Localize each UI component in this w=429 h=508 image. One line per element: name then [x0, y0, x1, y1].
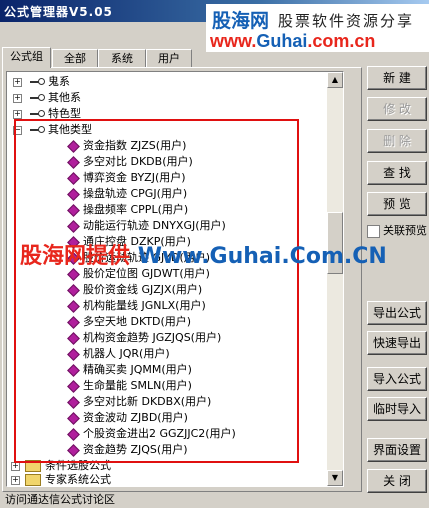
- formula-item[interactable]: 资金指数 ZJZS(用户): [67, 138, 186, 154]
- formula-tree[interactable]: + 鬼系 + 其他系 + 特色型 − 其他类型 资金指数 ZJZS(用户) 多空…: [6, 71, 344, 487]
- watermark-logo: 股海网: [212, 10, 270, 32]
- formula-icon: [67, 411, 80, 425]
- delete-button[interactable]: 删 除: [367, 129, 427, 153]
- watermark-overlay: 股海网提供 Www.Guhai.Com.CN: [20, 244, 387, 269]
- watermark-subtitle: 股票软件资源分享: [278, 12, 415, 30]
- formula-item[interactable]: 股价资金线 GJZJX(用户): [67, 282, 202, 298]
- formula-item[interactable]: 博弈资金 BYZJ(用户): [67, 170, 186, 186]
- formula-item[interactable]: 资金趋势 ZJQS(用户): [67, 442, 188, 458]
- key-icon: [29, 125, 45, 135]
- formula-item[interactable]: 多空对比新 DKDBX(用户): [67, 394, 211, 410]
- watermark-banner: 股海网 股票软件资源分享 www.Guhai.com.cn: [206, 4, 429, 52]
- formula-item[interactable]: 多空对比 DKDB(用户): [67, 154, 193, 170]
- watermark-url: www.Guhai.com.cn: [210, 31, 376, 51]
- tab-system[interactable]: 系统: [98, 49, 146, 67]
- expand-icon[interactable]: +: [11, 476, 20, 485]
- close-button[interactable]: 关 闭: [367, 469, 427, 493]
- formula-item[interactable]: 操盘频率 CPPL(用户): [67, 202, 188, 218]
- checkbox-box[interactable]: [367, 224, 380, 238]
- tree-item[interactable]: + 鬼系: [13, 74, 70, 90]
- status-link[interactable]: 访问通达信公式讨论区: [0, 491, 429, 508]
- formula-icon: [67, 395, 80, 409]
- scroll-up-icon[interactable]: ▲: [327, 72, 343, 88]
- formula-item[interactable]: 操盘轨迹 CPGJ(用户): [67, 186, 187, 202]
- formula-item[interactable]: 机构资金趋势 JGZJQS(用户): [67, 330, 221, 346]
- find-button[interactable]: 查 找: [367, 161, 427, 185]
- formula-item[interactable]: 个股资金进出2 GGZJJC2(用户): [67, 426, 236, 442]
- expand-icon[interactable]: +: [13, 78, 22, 87]
- key-icon: [29, 77, 45, 87]
- formula-item[interactable]: 多空天地 DKTD(用户): [67, 314, 191, 330]
- formula-icon: [67, 171, 80, 185]
- tree-group[interactable]: + 专家系统公式: [11, 472, 111, 486]
- tree-group-expanded[interactable]: − 其他类型: [13, 122, 92, 138]
- vertical-scrollbar[interactable]: ▲ ▼: [327, 72, 343, 486]
- import-formula-button[interactable]: 导入公式: [367, 367, 427, 391]
- formula-icon: [67, 331, 80, 345]
- key-icon: [29, 109, 45, 119]
- quick-export-button[interactable]: 快速导出: [367, 331, 427, 355]
- new-button[interactable]: 新 建: [367, 66, 427, 90]
- scroll-down-icon[interactable]: ▼: [327, 470, 343, 486]
- linked-preview-checkbox[interactable]: 关联预览: [367, 222, 427, 238]
- formula-icon: [67, 363, 80, 377]
- expand-icon[interactable]: +: [13, 110, 22, 119]
- tab-groups[interactable]: 公式组: [2, 47, 51, 68]
- formula-item[interactable]: 精确买卖 JQMM(用户): [67, 362, 192, 378]
- formula-item[interactable]: 机构能量线 JGNLX(用户): [67, 298, 206, 314]
- formula-item[interactable]: 动能运行轨迹 DNYXGJ(用户): [67, 218, 226, 234]
- formula-icon: [67, 427, 80, 441]
- formula-icon: [67, 187, 80, 201]
- edit-button[interactable]: 修 改: [367, 97, 427, 121]
- formula-icon: [67, 203, 80, 217]
- tree-item[interactable]: + 其他系: [13, 90, 81, 106]
- formula-icon: [67, 155, 80, 169]
- window-title: 公式管理器V5.05: [4, 5, 113, 19]
- formula-icon: [67, 219, 80, 233]
- key-icon: [29, 93, 45, 103]
- formula-icon: [67, 139, 80, 153]
- formula-item[interactable]: 资金波动 ZJBD(用户): [67, 410, 188, 426]
- expand-icon[interactable]: +: [13, 94, 22, 103]
- folder-icon: [25, 460, 41, 472]
- formula-item[interactable]: 机器人 JQR(用户): [67, 346, 170, 362]
- formula-icon: [67, 283, 80, 297]
- formula-item[interactable]: 生命量能 SMLN(用户): [67, 378, 192, 394]
- formula-icon: [67, 443, 80, 457]
- tab-panel: + 鬼系 + 其他系 + 特色型 − 其他类型 资金指数 ZJZS(用户) 多空…: [2, 67, 362, 492]
- tree-item[interactable]: + 特色型: [13, 106, 81, 122]
- tab-all[interactable]: 全部: [52, 49, 98, 67]
- export-formula-button[interactable]: 导出公式: [367, 301, 427, 325]
- formula-icon: [67, 299, 80, 313]
- formula-icon: [67, 315, 80, 329]
- folder-icon: [25, 474, 41, 486]
- preview-button[interactable]: 预 览: [367, 192, 427, 216]
- collapse-icon[interactable]: −: [13, 126, 22, 135]
- tab-user[interactable]: 用户: [146, 49, 192, 67]
- ui-settings-button[interactable]: 界面设置: [367, 438, 427, 462]
- formula-icon: [67, 379, 80, 393]
- expand-icon[interactable]: +: [11, 462, 20, 471]
- formula-icon: [67, 347, 80, 361]
- temp-import-button[interactable]: 临时导入: [367, 397, 427, 421]
